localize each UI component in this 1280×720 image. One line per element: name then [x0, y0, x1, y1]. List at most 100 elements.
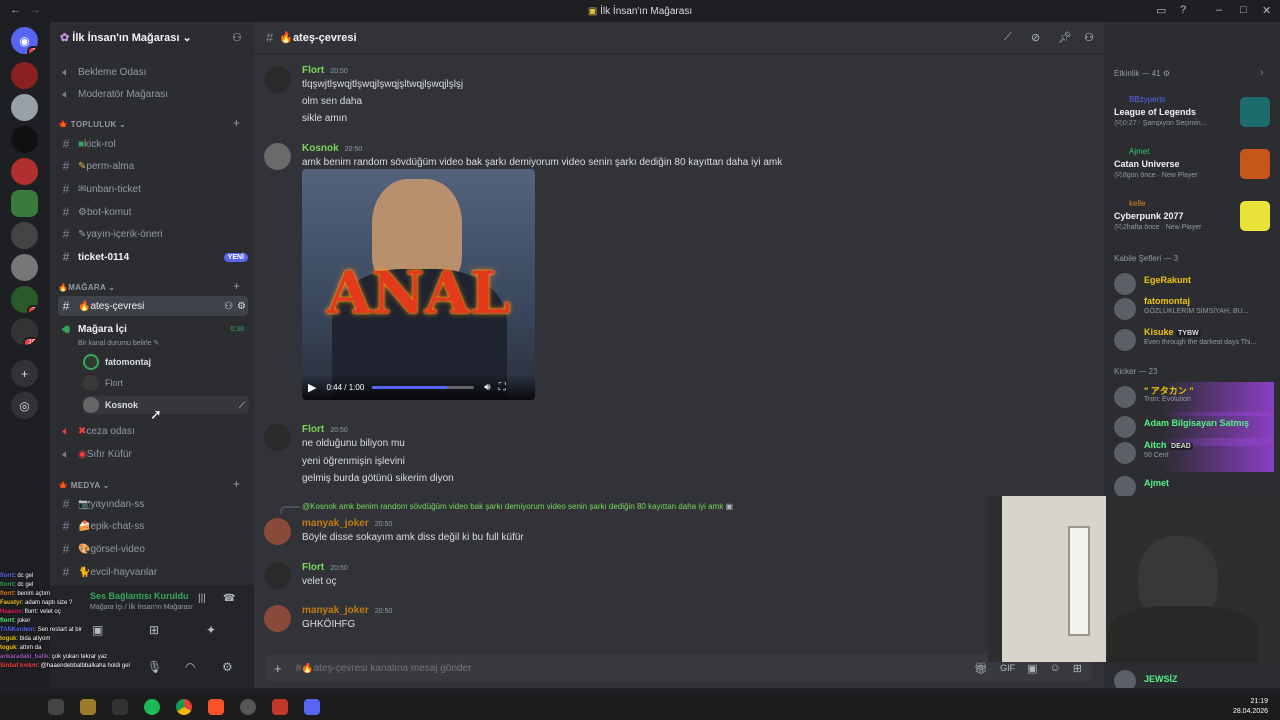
spotify-icon[interactable]	[144, 699, 160, 715]
voice-channel[interactable]: 🔈︎ Bekleme Odası	[58, 62, 248, 82]
text-channel[interactable]: # 🍰 epik-chat-ss	[58, 516, 248, 536]
help-icon[interactable]: ?	[1180, 4, 1186, 16]
settings-gear-icon[interactable]: ⚙	[237, 301, 246, 312]
notification-bell-icon[interactable]: ⊘	[1031, 31, 1040, 44]
server-icon[interactable]	[11, 126, 38, 153]
volume-icon[interactable]: 🔊︎	[484, 382, 490, 393]
text-channel[interactable]: # ✎ perm-alma	[58, 156, 248, 176]
inbox-icon[interactable]: ▭	[1156, 4, 1166, 17]
server-name[interactable]: ✿ İlk İnsan'ın Mağarası ⌄	[60, 31, 192, 44]
add-server-icon[interactable]: +	[11, 360, 38, 387]
category-topluluk[interactable]: 🍁 TOPLULUK ⌄	[58, 120, 126, 129]
member-item[interactable]: Kisuke TYBW Even through the darkest days…	[1114, 325, 1274, 359]
chrome-icon[interactable]	[176, 699, 192, 715]
avatar[interactable]	[264, 66, 291, 93]
voice-channel-connected[interactable]: 🔊︎ Mağara İçi 0:38	[58, 319, 248, 339]
voice-user[interactable]: Flort	[83, 375, 123, 391]
threads-icon[interactable]: ⟋	[1004, 31, 1012, 44]
screen-share-icon[interactable]: ⊞	[149, 623, 159, 637]
server-icon[interactable]: 10	[11, 318, 38, 345]
minimize-icon[interactable]: –	[1216, 4, 1222, 16]
video-embed[interactable]: ANAL ▶ 0:44 / 1:00 🔊︎ ⛶	[302, 169, 535, 400]
emoji-icon[interactable]: ☺	[1050, 662, 1061, 674]
channel-status[interactable]: Bir kanal durumu belirle ✎	[78, 339, 159, 347]
voice-channel[interactable]: 🔈︎ Moderatör Mağarası	[58, 84, 248, 104]
text-channel-active[interactable]: # 🔥 ateş-çevresi ⚇ ⚙	[58, 296, 248, 316]
message-author[interactable]: Flort 20:50	[302, 65, 348, 76]
reply-preview[interactable]: @Kosnok amk benim random sövdüğüm video …	[302, 502, 733, 511]
message-author[interactable]: manyak_joker 20:50	[302, 518, 392, 529]
avatar[interactable]	[264, 605, 291, 632]
message-author[interactable]: Flort 20:50	[302, 424, 348, 435]
category-medya[interactable]: 🍁 Medya ⌄	[58, 481, 110, 490]
activity-card[interactable]: BBzyperts League of Legends 🎮︎0:27 · Şam…	[1114, 95, 1274, 141]
video-progress-bar[interactable]	[372, 385, 475, 389]
activity-card[interactable]: Ajmet Catan Universe 🎮︎8gün önce · New P…	[1114, 147, 1274, 193]
avatar[interactable]	[264, 562, 291, 589]
avatar[interactable]	[264, 143, 291, 170]
voice-user[interactable]: fatomontaj	[83, 354, 151, 370]
app-icon[interactable]	[272, 699, 288, 715]
message-author[interactable]: Flort 20:50	[302, 562, 348, 573]
member-list-icon[interactable]: ⚇	[1084, 31, 1094, 44]
server-icon[interactable]	[11, 254, 38, 281]
text-channel[interactable]: # 📷 yayından-ss	[58, 494, 248, 514]
activities-icon[interactable]: ✦	[206, 623, 216, 637]
activity-card[interactable]: kelle Cyberpunk 2077 🎮︎2hafta önce · New…	[1114, 199, 1274, 245]
message-author[interactable]: manyak_joker 20:50	[302, 605, 392, 616]
text-channel[interactable]: # ⚙ bot-komut	[58, 202, 248, 222]
voice-channel[interactable]: 🔈︎ ✖ ceza odası	[58, 421, 248, 441]
voice-user-hovered[interactable]: Kosnok ⟋	[83, 396, 249, 414]
member-item[interactable]: " アタカン " Tron: Evolution	[1114, 382, 1274, 416]
discover-icon[interactable]: ◎	[11, 392, 38, 419]
avatar[interactable]	[264, 518, 291, 545]
message-author[interactable]: Kosnok 20:50	[302, 143, 362, 154]
user-settings-gear-icon[interactable]: ⚙	[222, 660, 233, 674]
server-icon[interactable]	[11, 158, 38, 185]
member-item[interactable]: fatomontaj GÖZLÜKLERİM SİMSİYAH, BU...	[1114, 294, 1274, 328]
app-icon[interactable]	[112, 699, 128, 715]
chevron-right-icon[interactable]: ›	[1260, 67, 1263, 78]
avatar[interactable]	[264, 424, 291, 451]
play-icon[interactable]: ▶	[308, 381, 316, 394]
add-member-icon[interactable]: ⚇	[232, 31, 242, 44]
microphone-icon[interactable]: 🎙︎	[147, 660, 162, 674]
close-icon[interactable]: ✕	[1262, 4, 1271, 17]
voice-signal-icon[interactable]: |||	[198, 593, 206, 604]
system-clock[interactable]: 21:19 28.04.2026	[1233, 697, 1268, 717]
server-icon[interactable]	[11, 94, 38, 121]
sticker-icon[interactable]: ▣	[1027, 662, 1037, 675]
text-channel[interactable]: # ✎ yayın-içerik-öneri	[58, 224, 248, 244]
add-channel-icon[interactable]: +	[233, 116, 240, 130]
gif-icon[interactable]: GIF	[1000, 663, 1015, 673]
gift-icon[interactable]: 🎁︎	[974, 662, 988, 675]
text-channel[interactable]: # ■ kick-rol	[58, 134, 248, 154]
member-item[interactable]: JEWSİZ	[1114, 670, 1274, 688]
server-icon[interactable]: 3	[11, 286, 38, 313]
attach-plus-icon[interactable]: +	[274, 661, 282, 676]
text-channel[interactable]: # ✉ unban-ticket	[58, 179, 248, 199]
folder-icon[interactable]	[80, 699, 96, 715]
server-icon-active[interactable]	[11, 190, 38, 217]
apps-icon[interactable]: ⊞	[1073, 662, 1082, 675]
add-channel-icon[interactable]: +	[233, 477, 240, 491]
invite-icon[interactable]: ⚇	[224, 301, 233, 312]
server-icon[interactable]	[11, 222, 38, 249]
category-magara[interactable]: 🔥MAĞARA ⌄	[58, 283, 115, 292]
obs-icon[interactable]	[240, 699, 256, 715]
fullscreen-icon[interactable]: ⛶	[499, 382, 506, 393]
server-icon[interactable]	[11, 62, 38, 89]
brave-icon[interactable]	[208, 699, 224, 715]
text-channel-unread[interactable]: # ticket-0114 YENİ	[58, 247, 248, 267]
headphones-icon[interactable]: ◠	[185, 660, 195, 674]
discord-taskbar-icon[interactable]	[304, 699, 320, 715]
maximize-icon[interactable]: □	[1240, 4, 1247, 16]
direct-messages-icon[interactable]: ◉ 1	[11, 27, 38, 54]
pin-icon[interactable]: 📌︎	[1058, 31, 1072, 44]
message-input[interactable]	[295, 662, 896, 674]
disconnect-icon[interactable]: ☎	[223, 593, 235, 604]
voice-channel[interactable]: 🔈︎ ◉ Sıfır Küfür	[58, 444, 248, 464]
member-item[interactable]: Aitch DEAD 50 Cent	[1114, 438, 1274, 472]
text-channel[interactable]: # 🎨 görsel-video	[58, 539, 248, 559]
add-channel-icon[interactable]: +	[233, 279, 240, 293]
